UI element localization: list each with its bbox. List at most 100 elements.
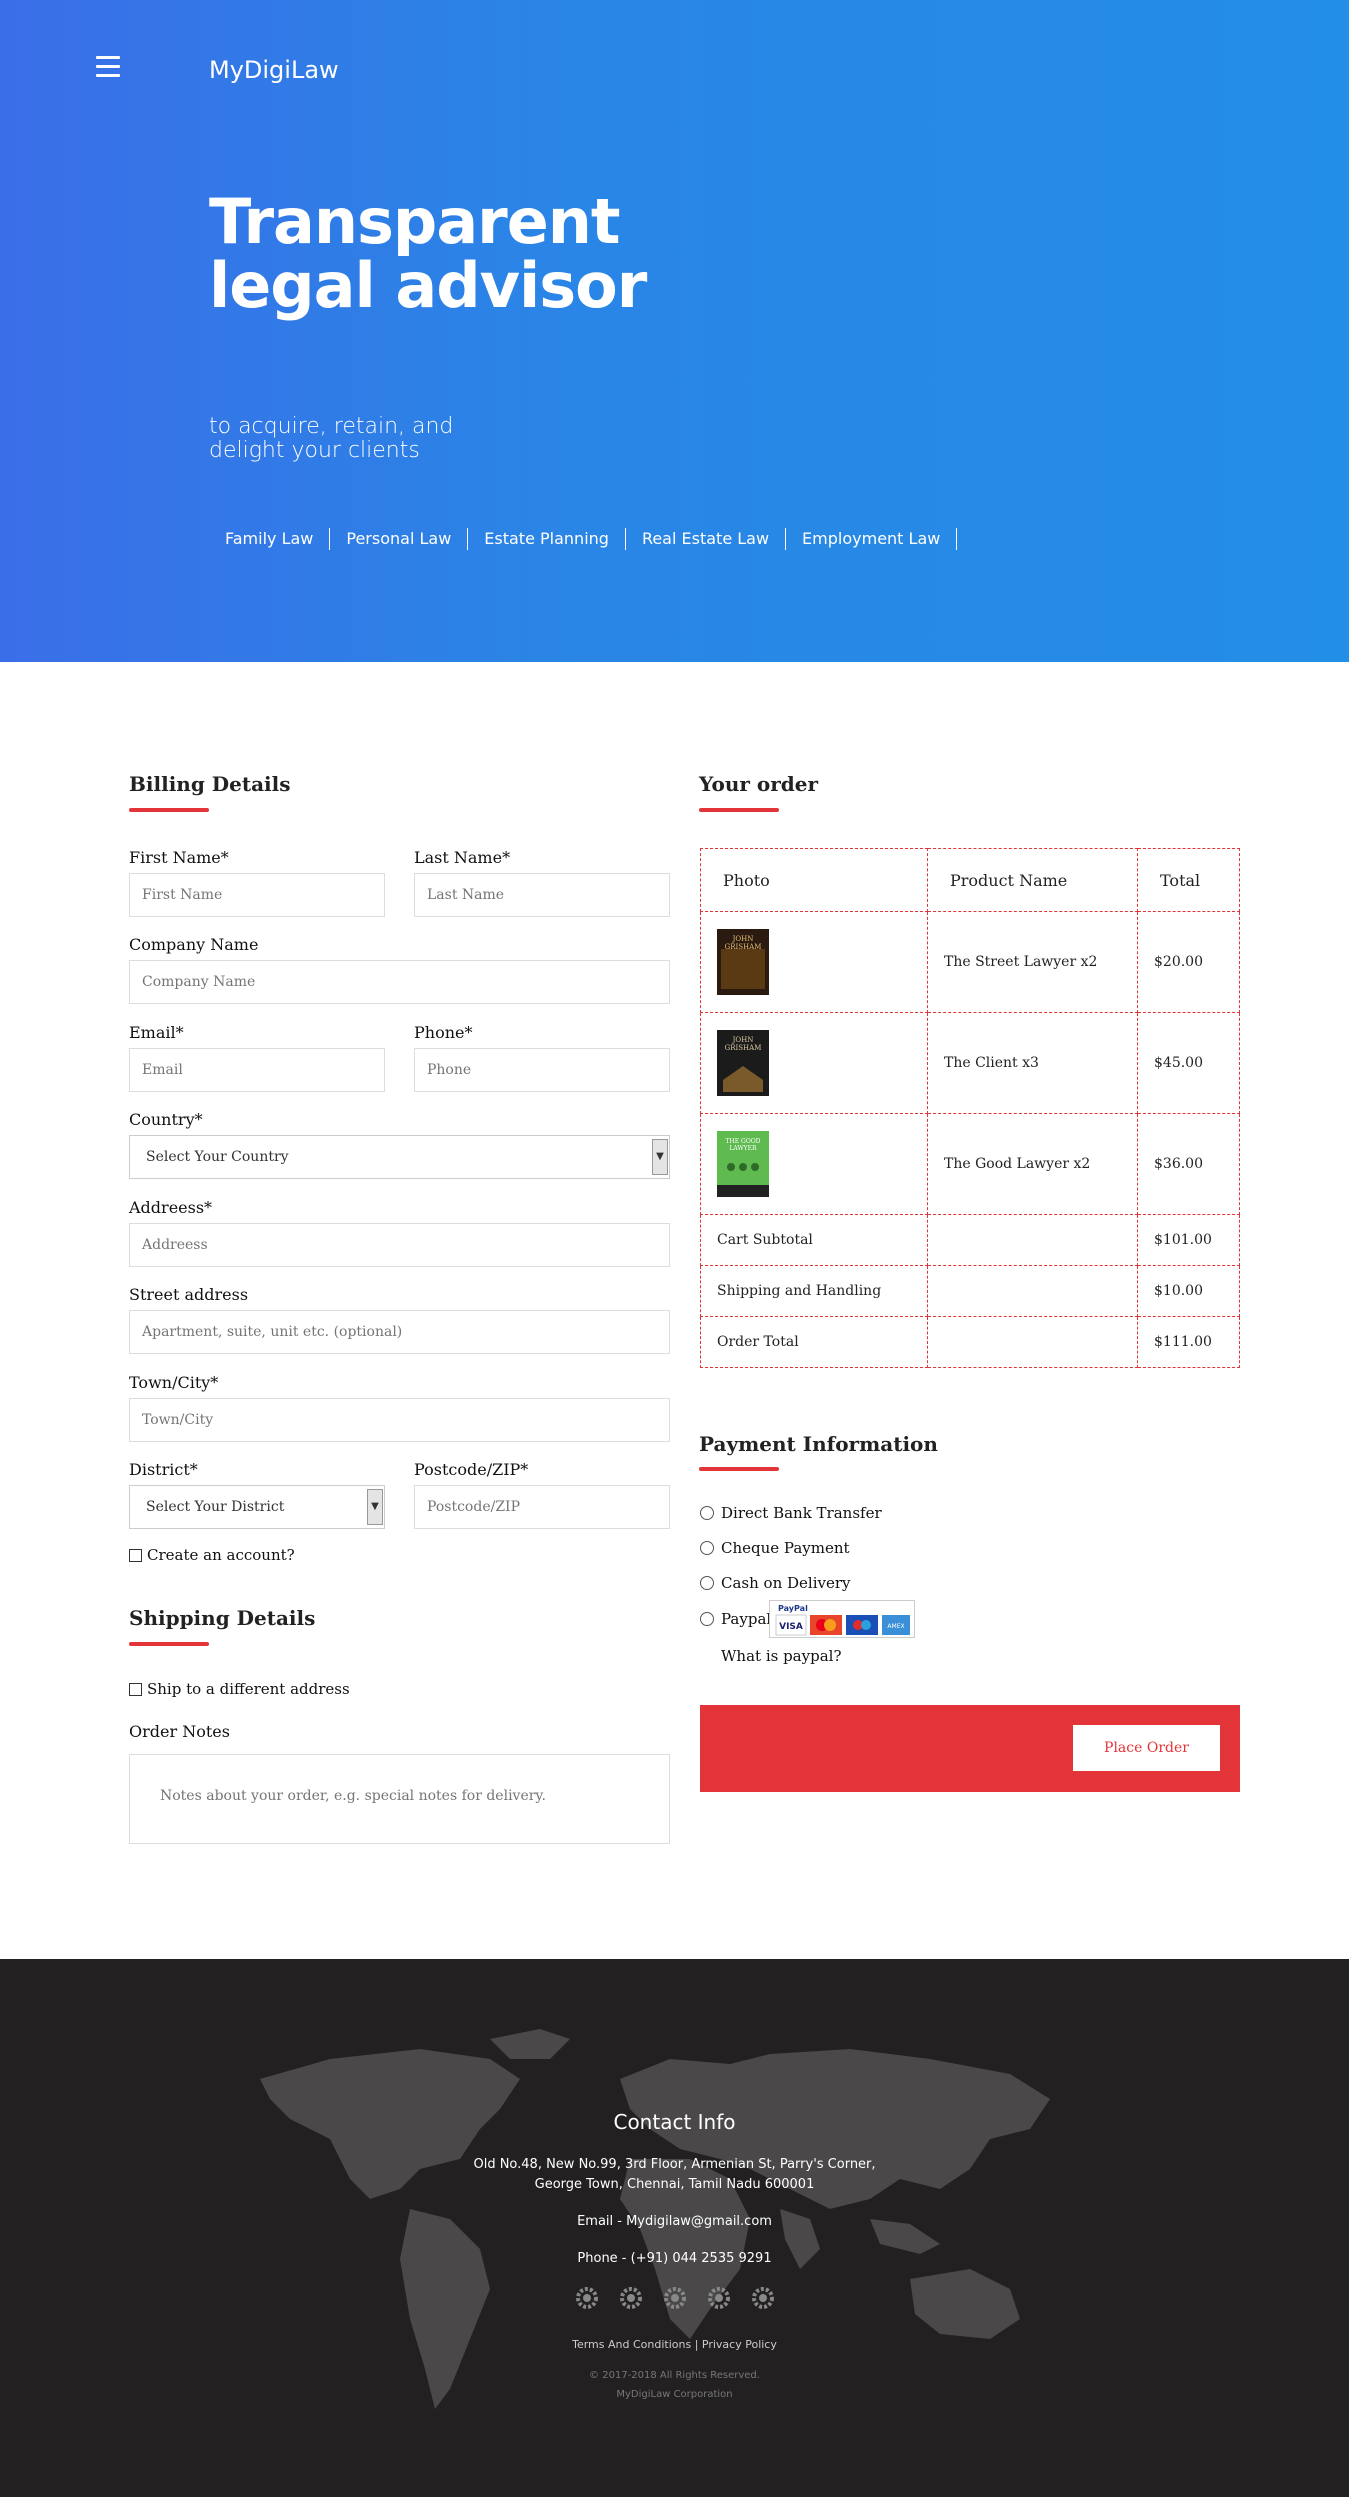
product-total: $36.00 [1137, 1113, 1240, 1215]
last-name-label: Last Name* [414, 848, 511, 867]
brand-logo[interactable]: MyDigiLaw [209, 56, 339, 84]
svg-text:GRISHAM: GRISHAM [725, 943, 762, 951]
hero-banner: MyDigiLaw Transparent legal advisor to a… [0, 0, 1349, 662]
chevron-down-icon[interactable]: ▼ [367, 1489, 383, 1525]
ship-different-checkbox[interactable]: Ship to a different address [129, 1680, 350, 1698]
nav-real-estate-law[interactable]: Real Estate Law [626, 528, 787, 550]
postcode-label: Postcode/ZIP* [414, 1460, 529, 1479]
gear-icon[interactable] [575, 2287, 598, 2309]
footer: Contact Info Old No.48, New No.99, 3rd F… [0, 1959, 1349, 2497]
checkbox-box[interactable] [129, 1548, 142, 1562]
menu-icon[interactable] [96, 56, 120, 78]
gear-icon[interactable] [707, 2287, 730, 2309]
footer-phone[interactable]: Phone - (+91) 044 2535 9291 [0, 2251, 1349, 2266]
payment-option-bank[interactable]: Direct Bank Transfer [700, 1504, 882, 1522]
district-label: District* [129, 1460, 198, 1479]
col-product-name: Product Name [927, 848, 1138, 912]
checkbox-box[interactable] [129, 1682, 142, 1696]
table-row: JOHN GRISHAM The Client x3 $45.00 [700, 1012, 1240, 1114]
postcode-input[interactable] [414, 1485, 670, 1529]
street-input[interactable] [129, 1310, 670, 1354]
book-cover-image: JOHNGRISHAM [717, 1030, 769, 1096]
svg-text:LAWYER: LAWYER [729, 1145, 757, 1152]
radio-button[interactable] [700, 1612, 714, 1626]
address-line-1: Old No.48, New No.99, 3rd Floor, Armenia… [473, 2157, 876, 2172]
payment-option-label: Cash on Delivery [721, 1574, 851, 1592]
table-row: JOHN GRISHAM The Street Lawyer x2 $20.00 [700, 911, 1240, 1013]
nav-family-law[interactable]: Family Law [209, 528, 331, 550]
payment-option-paypal[interactable]: Paypal [700, 1610, 771, 1628]
district-select-value: Select Your District [146, 1499, 285, 1515]
nav-personal-law[interactable]: Personal Law [330, 528, 469, 550]
payment-option-label: Cheque Payment [721, 1539, 850, 1557]
payment-cards-icon: PayPal VISA AMEX [775, 1604, 910, 1636]
create-account-checkbox[interactable]: Create an account? [129, 1546, 295, 1564]
place-order-button[interactable]: Place Order [1073, 1725, 1220, 1771]
gear-icon[interactable] [619, 2287, 642, 2309]
table-row: Cart Subtotal $101.00 [700, 1214, 1240, 1266]
payment-title-underline [699, 1467, 779, 1471]
gear-icon[interactable] [751, 2287, 774, 2309]
create-account-label: Create an account? [147, 1546, 295, 1564]
billing-title-underline [129, 808, 209, 812]
svg-text:VISA: VISA [779, 1622, 803, 1632]
payment-title: Payment Information [699, 1432, 938, 1456]
radio-button[interactable] [700, 1541, 714, 1555]
shipping-title-underline [129, 1642, 209, 1646]
footer-email[interactable]: Email - Mydigilaw@gmail.com [0, 2214, 1349, 2229]
footer-links[interactable]: Terms And Conditions | Privacy Policy [0, 2338, 1349, 2351]
district-select[interactable]: Select Your District ▼ [129, 1485, 385, 1529]
radio-button[interactable] [700, 1506, 714, 1520]
practice-area-nav: Family Law Personal Law Estate Planning … [209, 528, 958, 550]
country-select[interactable]: Select Your Country ▼ [129, 1135, 670, 1179]
svg-text:AMEX: AMEX [887, 1623, 904, 1630]
town-input[interactable] [129, 1398, 670, 1442]
street-label: Street address [129, 1285, 249, 1304]
summary-label: Order Total [700, 1316, 928, 1368]
payment-option-label: Direct Bank Transfer [721, 1504, 882, 1522]
table-row: THE GOOD LAWYER The Good Lawyer x2 $36.00 [700, 1113, 1240, 1215]
last-name-input[interactable] [414, 873, 670, 917]
gear-icon[interactable] [663, 2287, 686, 2309]
summary-value: $111.00 [1137, 1316, 1240, 1368]
email-label: Email* [129, 1023, 184, 1042]
summary-value: $10.00 [1137, 1265, 1240, 1317]
svg-text:PayPal: PayPal [778, 1604, 808, 1613]
nav-estate-planning[interactable]: Estate Planning [468, 528, 626, 550]
payment-option-cod[interactable]: Cash on Delivery [700, 1574, 851, 1592]
email-input[interactable] [129, 1048, 385, 1092]
address-line-2: George Town, Chennai, Tamil Nadu 600001 [534, 2177, 815, 2192]
country-select-value: Select Your Country [146, 1149, 289, 1165]
order-notes-textarea[interactable] [129, 1754, 670, 1844]
address-label: Addreess* [129, 1198, 213, 1217]
corporation-name: MyDigiLaw Corporation [616, 2389, 733, 2400]
place-order-bar: Place Order [700, 1705, 1240, 1792]
table-row: Shipping and Handling $10.00 [700, 1265, 1240, 1317]
order-notes-label: Order Notes [129, 1722, 230, 1741]
radio-button[interactable] [700, 1576, 714, 1590]
svg-text:GRISHAM: GRISHAM [725, 1044, 762, 1052]
what-is-paypal-link[interactable]: What is paypal? [721, 1647, 841, 1665]
order-title: Your order [699, 772, 819, 796]
phone-input[interactable] [414, 1048, 670, 1092]
shipping-title: Shipping Details [129, 1606, 316, 1630]
svg-text:JOHN: JOHN [732, 935, 754, 943]
table-header-row: Photo Product Name Total [700, 848, 1240, 912]
summary-value: $101.00 [1137, 1214, 1240, 1266]
town-label: Town/City* [129, 1373, 219, 1392]
summary-label: Shipping and Handling [700, 1265, 928, 1317]
summary-label: Cart Subtotal [700, 1214, 928, 1266]
payment-option-cheque[interactable]: Cheque Payment [700, 1539, 850, 1557]
first-name-input[interactable] [129, 873, 385, 917]
table-row: Order Total $111.00 [700, 1316, 1240, 1368]
book-cover-image: JOHNGRISHAM [717, 929, 769, 995]
hero-title: Transparent legal advisor [209, 185, 647, 322]
hero-subtitle: to acquire, retain, and delight your cli… [209, 414, 454, 463]
nav-employment-law[interactable]: Employment Law [786, 528, 958, 550]
chevron-down-icon[interactable]: ▼ [652, 1139, 668, 1175]
order-table: Photo Product Name Total JOHN GRISHAM The… [700, 848, 1240, 1368]
address-input[interactable] [129, 1223, 670, 1267]
product-total: $45.00 [1137, 1012, 1240, 1114]
company-input[interactable] [129, 960, 670, 1004]
country-label: Country* [129, 1110, 203, 1129]
